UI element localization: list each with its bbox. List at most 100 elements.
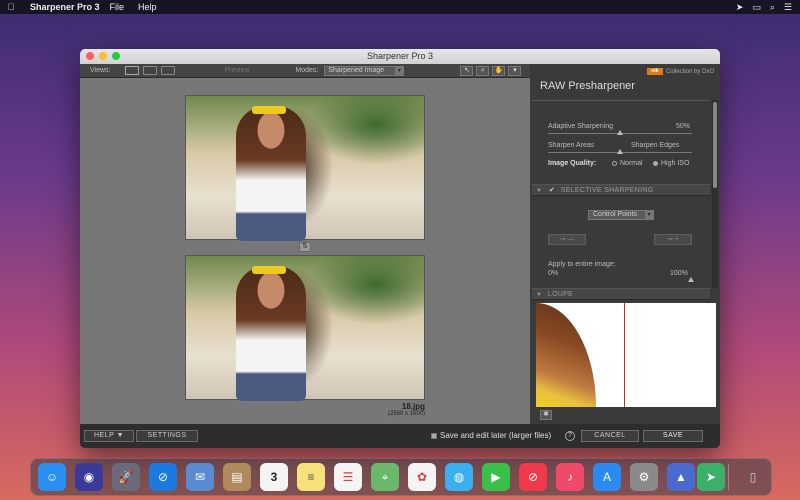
adaptive-sharpening-value: 50% (676, 123, 691, 130)
panel-scrollbar[interactable] (712, 100, 718, 288)
title-bar: Sharpener Pro 3 (80, 49, 720, 64)
side-by-side-view-button[interactable] (160, 66, 175, 75)
cancel-button[interactable]: CANCEL (581, 430, 639, 442)
help-button[interactable]: HELP ▼ (84, 430, 134, 442)
apply-slider-thumb[interactable] (688, 277, 694, 282)
portrait-subject (236, 106, 306, 241)
finder-icon[interactable]: ☺ (38, 463, 66, 491)
hand-tool-icon[interactable]: ✋ (492, 65, 506, 76)
airplay-icon[interactable]: ▭ (752, 2, 761, 13)
normal-radio-label[interactable]: Normal (620, 160, 643, 167)
file-menu[interactable]: File (110, 2, 125, 12)
pointer-tool-icon[interactable]: ↖ (460, 65, 474, 76)
preview-canvas: ⇅ 18.jpg (2560 x 1600) (80, 78, 530, 424)
save-edit-later-option[interactable]: Save and edit later (larger files) (431, 431, 551, 440)
before-image[interactable] (185, 95, 425, 241)
reminders-icon[interactable]: ☰ (334, 463, 362, 491)
safari-icon[interactable]: ⊘ (149, 463, 177, 491)
menu-icon[interactable]: ☰ (784, 2, 792, 13)
chevron-down-icon: ▾ (395, 66, 404, 75)
app-menu[interactable]: Sharpener Pro 3 (30, 2, 100, 12)
loupe-title: LOUPE (547, 291, 574, 298)
window-title: Sharpener Pro 3 (366, 51, 434, 61)
apple-menu-icon[interactable]:  (0, 2, 22, 12)
loupe-view[interactable] (536, 303, 716, 407)
sharpen-edges-label: Sharpen Edges (631, 142, 680, 149)
toolbar: Views: Preview Modes: Sharpened Image ▾ … (80, 64, 530, 78)
chevron-down-icon: ▼ (536, 292, 542, 298)
apply-max-label: 100% (670, 270, 688, 277)
bottom-bar: HELP ▼ SETTINGS Save and edit later (lar… (80, 424, 720, 448)
launchpad-icon[interactable]: 🚀 (112, 463, 140, 491)
high-iso-radio-label[interactable]: High ISO (661, 160, 689, 167)
loupe-header[interactable]: ▼ LOUPE (532, 288, 710, 300)
file-name: 18.jpg (401, 402, 425, 411)
selective-sharpening-title: SELECTIVE SHARPENING (560, 187, 654, 194)
affinity-icon[interactable]: ▲ (667, 463, 695, 491)
minimize-button[interactable] (99, 52, 107, 60)
control-panel: nik Collection by DxO RAW Presharpener A… (532, 64, 720, 424)
siri-icon[interactable]: ◉ (75, 463, 103, 491)
notes-icon[interactable]: ≡ (297, 463, 325, 491)
image-quality-label: Image Quality: (548, 160, 597, 167)
help-menu[interactable]: Help (138, 2, 157, 12)
system-preferences-icon[interactable]: ⚙ (630, 463, 658, 491)
maps-icon[interactable]: ⌖ (371, 463, 399, 491)
single-view-button[interactable] (124, 66, 139, 75)
messages-icon[interactable]: ◍ (445, 463, 473, 491)
mail-icon[interactable]: ✉ (186, 463, 214, 491)
save-later-checkbox[interactable] (431, 432, 437, 439)
info-tool-icon[interactable]: ▾ (508, 65, 522, 76)
help-icon[interactable]: ? (565, 431, 575, 441)
nik-logo: nik Collection by DxO (646, 68, 714, 75)
control-points-value: Control Points (593, 211, 637, 218)
location-icon[interactable]: ➤ (736, 2, 744, 13)
chevron-down-icon: ▼ (536, 188, 542, 194)
modes-label: Modes: (295, 67, 319, 74)
window-controls (86, 52, 120, 60)
high-iso-radio[interactable] (653, 161, 658, 166)
zoom-tool-icon[interactable]: ⌕ (476, 65, 490, 76)
scrollbar-thumb[interactable] (713, 102, 717, 188)
remove-control-point-button[interactable]: ⊸ — (548, 234, 586, 245)
sunglasses (252, 106, 286, 114)
panel-header: nik Collection by DxO RAW Presharpener (532, 64, 720, 92)
trash-icon[interactable]: ▯ (739, 463, 767, 491)
add-control-point-button[interactable]: ⊸ + (654, 234, 692, 245)
apply-min-label: 0% (548, 270, 559, 277)
normal-radio[interactable] (612, 161, 617, 166)
save-button[interactable]: SAVE (643, 430, 703, 442)
swap-icon[interactable]: ⇅ (299, 242, 311, 252)
check-icon[interactable]: ✔ (549, 187, 555, 194)
music-icon[interactable]: ♪ (556, 463, 584, 491)
areas-edges-thumb[interactable] (617, 149, 623, 154)
divider (532, 100, 710, 101)
selective-sharpening-header[interactable]: ▼ ✔ SELECTIVE SHARPENING (532, 184, 710, 196)
save-later-label[interactable]: Save and edit later (larger files) (440, 431, 551, 440)
file-dimensions: (2560 x 1600) (387, 411, 425, 417)
menu-bar-extras: ➤ ▭ ⌕ ☰ (736, 0, 792, 14)
split-view-button[interactable] (142, 66, 157, 75)
app-icon[interactable]: ➤ (697, 463, 725, 491)
close-button[interactable] (86, 52, 94, 60)
loupe-pin-icon[interactable]: ✱ (540, 410, 552, 420)
adaptive-sharpening-thumb[interactable] (617, 130, 623, 135)
search-icon[interactable]: ⌕ (770, 2, 775, 13)
adaptive-sharpening-label: Adaptive Sharpening (548, 123, 613, 130)
facetime-icon[interactable]: ▶ (482, 463, 510, 491)
control-points-dropdown[interactable]: Control Points ▾ (588, 210, 654, 220)
settings-button[interactable]: SETTINGS (136, 430, 198, 442)
portrait-subject (236, 266, 306, 401)
modes-dropdown[interactable]: Sharpened Image ▾ (324, 65, 405, 76)
contacts-icon[interactable]: ▤ (223, 463, 251, 491)
dock-separator (728, 464, 729, 490)
news-icon[interactable]: ⊘ (519, 463, 547, 491)
sharpen-areas-label: Sharpen Areas (548, 142, 595, 149)
photos-icon[interactable]: ✿ (408, 463, 436, 491)
dock: ☺ ◉ 🚀 ⊘ ✉ ▤ 3 ≡ ☰ ⌖ ✿ ◍ ▶ ⊘ ♪ A ⚙ ▲ ➤ ▯ (30, 458, 772, 496)
app-store-icon[interactable]: A (593, 463, 621, 491)
preview-label[interactable]: Preview (225, 67, 250, 74)
calendar-icon[interactable]: 3 (260, 463, 288, 491)
after-image[interactable] (185, 255, 425, 401)
zoom-button[interactable] (112, 52, 120, 60)
